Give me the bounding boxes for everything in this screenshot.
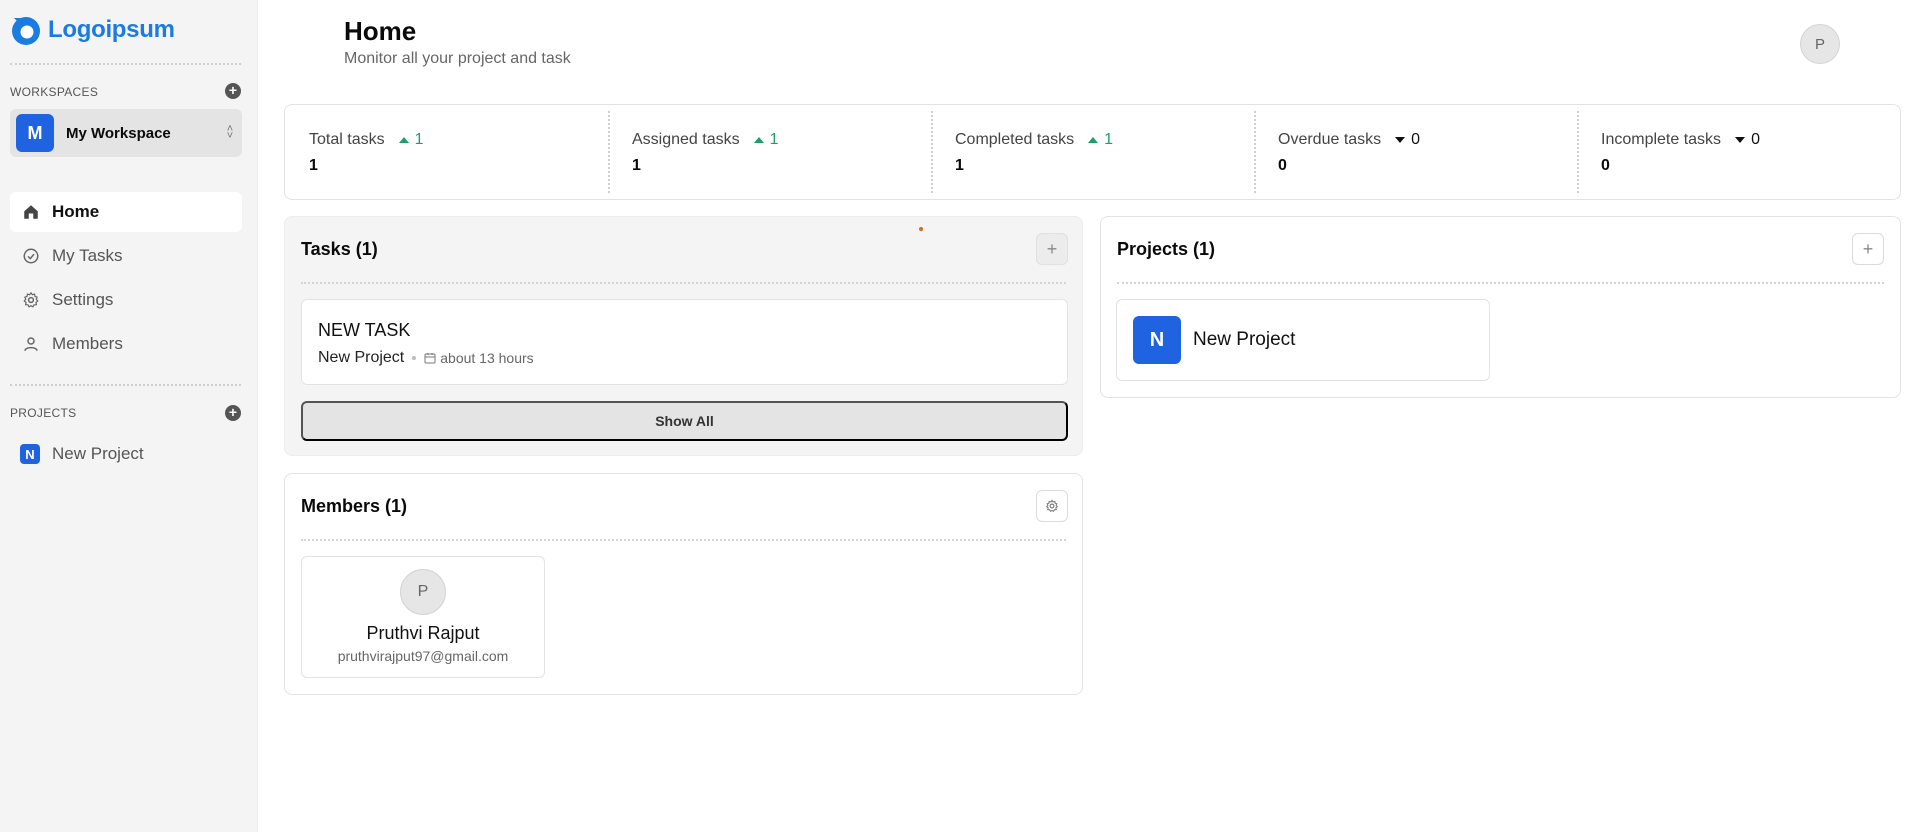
stat-trend: 1 — [398, 131, 424, 149]
calendar-icon — [424, 353, 436, 364]
trend-up-icon — [753, 137, 764, 143]
stat-trend: 0 — [1395, 131, 1420, 149]
sidebar-item-label: Settings — [52, 290, 114, 309]
plus-icon: + — [1862, 238, 1874, 259]
stat-value: 0 — [1278, 157, 1287, 174]
stat-label: Incomplete tasks — [1601, 131, 1722, 148]
gear-icon — [1045, 499, 1059, 513]
check-circle-icon — [22, 247, 40, 265]
project-card[interactable]: N New Project — [1116, 299, 1490, 381]
stat-label: Assigned tasks — [632, 131, 740, 148]
add-workspace-icon[interactable]: + — [225, 83, 241, 99]
stat-change: 1 — [769, 131, 779, 148]
sidebar-item-label: Members — [52, 334, 123, 353]
sidebar-nav: Home My Tasks Settings Members — [10, 192, 242, 368]
sidebar-item-label: My Tasks — [52, 246, 123, 265]
task-meta: New Project about 13 hours — [318, 349, 1051, 367]
page-title: Home — [344, 16, 417, 46]
stat-total-tasks: Total tasks 1 1 — [285, 105, 608, 199]
logo[interactable]: Logoipsum — [10, 14, 175, 46]
add-task-button[interactable]: + — [1036, 233, 1068, 265]
stat-value: 1 — [955, 157, 964, 174]
home-icon — [22, 203, 40, 221]
workspace-name: My Workspace — [66, 124, 171, 142]
divider — [10, 63, 241, 65]
task-name: NEW TASK — [318, 320, 411, 340]
stat-trend: 1 — [1088, 131, 1113, 149]
show-all-button[interactable]: Show All — [301, 401, 1068, 441]
member-email: pruthvirajput97@gmail.com — [337, 648, 509, 664]
sidebar-item-my-tasks[interactable]: My Tasks — [10, 236, 242, 276]
tasks-panel: Tasks (1) + NEW TASK New Project about 1… — [284, 216, 1083, 456]
user-icon — [22, 335, 40, 353]
sidebar-item-new-project[interactable]: N New Project — [10, 438, 242, 470]
chevron-up-down-icon: ˄ ˅ — [226, 123, 234, 142]
members-panel: Members (1) P Pruthvi Rajput pruthvirajp… — [284, 473, 1083, 695]
logo-icon — [12, 17, 40, 45]
project-badge: N — [20, 444, 40, 464]
indicator-dot — [919, 227, 923, 231]
stat-label: Total tasks — [309, 131, 385, 148]
page-subtitle: Monitor all your project and task — [344, 50, 571, 67]
task-card[interactable]: NEW TASK New Project about 13 hours — [301, 299, 1068, 385]
workspaces-label: WORKSPACES — [10, 85, 99, 99]
members-panel-title: Members (1) — [301, 496, 408, 516]
avatar: P — [400, 569, 446, 615]
divider — [301, 282, 1066, 284]
sidebar-item-label: Home — [52, 202, 100, 221]
stat-change: 1 — [1104, 131, 1114, 148]
member-card[interactable]: P Pruthvi Rajput pruthvirajput97@gmail.c… — [301, 556, 545, 678]
stat-incomplete-tasks: Incomplete tasks 0 0 — [1577, 105, 1900, 199]
stat-overdue-tasks: Overdue tasks 0 0 — [1254, 105, 1577, 199]
gear-icon — [22, 291, 40, 309]
stats-bar: Total tasks 1 1 Assigned tasks 1 1 Compl… — [284, 104, 1901, 200]
projects-label: PROJECTS — [10, 406, 77, 420]
member-name: Pruthvi Rajput — [366, 623, 480, 643]
workspace-avatar: M — [16, 114, 54, 152]
divider — [301, 539, 1066, 541]
project-avatar: N — [1133, 316, 1181, 364]
project-name: New Project — [1193, 329, 1296, 350]
trend-up-icon — [398, 137, 409, 143]
stat-change: 0 — [1751, 131, 1760, 148]
projects-panel: Projects (1) + N New Project — [1100, 216, 1901, 398]
stat-change: 1 — [414, 131, 424, 148]
stat-value: 1 — [309, 157, 318, 174]
stat-trend: 0 — [1735, 131, 1760, 149]
add-project-icon[interactable]: + — [225, 405, 241, 421]
stat-label: Completed tasks — [955, 131, 1075, 148]
trend-up-icon — [1088, 137, 1099, 143]
stat-completed-tasks: Completed tasks 1 1 — [931, 105, 1254, 199]
stat-value: 0 — [1601, 157, 1610, 174]
stat-value: 1 — [632, 157, 641, 174]
members-settings-button[interactable] — [1036, 490, 1068, 522]
sidebar-item-home[interactable]: Home — [10, 192, 242, 232]
plus-icon: + — [1046, 238, 1058, 259]
projects-panel-title: Projects (1) — [1117, 239, 1216, 259]
trend-down-icon — [1735, 137, 1746, 143]
sidebar-item-settings[interactable]: Settings — [10, 280, 242, 320]
task-project: New Project — [318, 349, 405, 366]
add-project-button[interactable]: + — [1852, 233, 1884, 265]
workspace-switcher[interactable]: M My Workspace ˄ ˅ — [10, 109, 242, 157]
stat-trend: 1 — [753, 131, 779, 149]
tasks-panel-title: Tasks (1) — [301, 239, 378, 259]
separator-dot — [412, 356, 417, 360]
divider — [1117, 282, 1884, 284]
sidebar-item-label: New Project — [52, 444, 144, 463]
avatar[interactable]: P — [1800, 24, 1840, 64]
stat-change: 0 — [1411, 131, 1421, 148]
stat-assigned-tasks: Assigned tasks 1 1 — [608, 105, 931, 199]
task-due: about 13 hours — [424, 350, 534, 366]
task-due-text: about 13 hours — [440, 350, 534, 366]
divider — [10, 384, 241, 386]
trend-down-icon — [1395, 137, 1406, 143]
stat-label: Overdue tasks — [1278, 131, 1382, 148]
logo-text: Logoipsum — [48, 16, 175, 43]
sidebar-item-members[interactable]: Members — [10, 324, 242, 364]
sidebar: Logoipsum WORKSPACES + M My Workspace ˄ ˅… — [0, 0, 258, 832]
